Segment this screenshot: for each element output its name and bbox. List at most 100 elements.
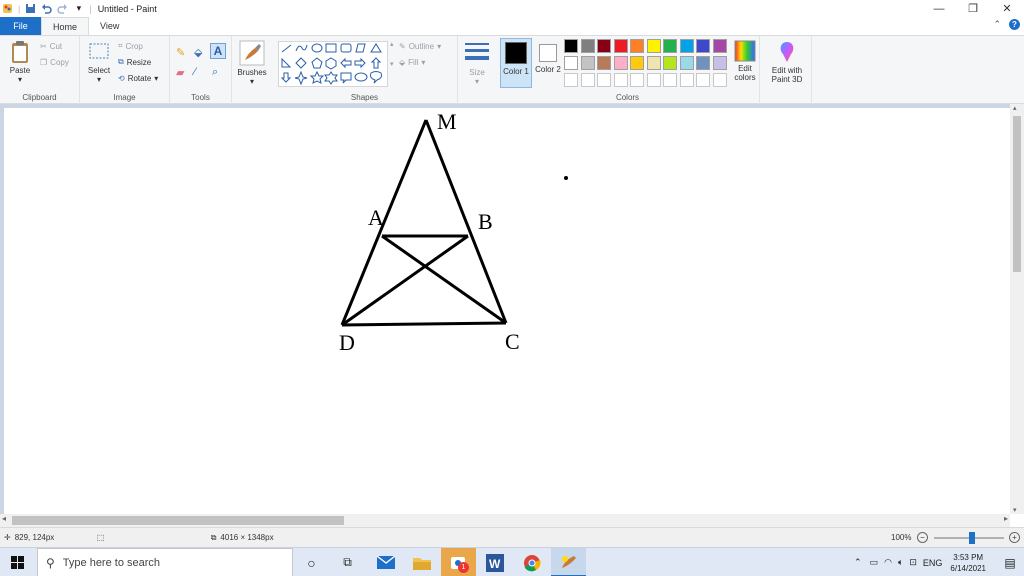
drawing-canvas[interactable]: M A B D C (4, 108, 1010, 514)
color2-button[interactable]: Color 2 (534, 38, 562, 88)
start-button[interactable] (0, 548, 35, 576)
collapse-ribbon-icon[interactable]: ⌃ (993, 19, 1001, 30)
vertical-scrollbar[interactable]: ▴ ▾ (1010, 104, 1024, 514)
palette-custom-slot[interactable] (679, 73, 694, 87)
paint-taskbar-icon[interactable] (551, 548, 586, 576)
color1-label: Color 1 (503, 67, 529, 76)
color-picker-icon[interactable]: ⁄ (194, 66, 196, 78)
palette-color-swatch[interactable] (613, 39, 628, 53)
window-controls: — ❐ ✕ (922, 0, 1024, 17)
palette-color-swatch[interactable] (613, 56, 628, 70)
pen-icon[interactable]: ⊡ (909, 557, 917, 568)
palette-custom-slot[interactable] (663, 73, 677, 87)
show-hidden-icons[interactable]: ⌃ (854, 557, 862, 568)
help-icon[interactable]: ? (1009, 19, 1020, 30)
palette-color-swatch[interactable] (597, 39, 611, 53)
magnifier-icon[interactable]: ⌕ (212, 66, 218, 79)
clock[interactable]: 3:53 PM 6/14/2021 (950, 552, 986, 574)
paste-button[interactable]: Paste ▾ (6, 40, 34, 84)
eraser-icon[interactable]: ▰ (176, 66, 184, 79)
mail-app-icon[interactable] (368, 548, 403, 576)
palette-color-swatch[interactable] (646, 56, 661, 70)
palette-color-swatch[interactable] (696, 39, 710, 53)
file-explorer-icon[interactable] (404, 548, 439, 576)
cut-button[interactable]: ✂ Cut (40, 42, 62, 51)
palette-color-swatch[interactable] (630, 39, 644, 53)
palette-color-swatch[interactable] (679, 56, 694, 70)
fill-bucket-icon[interactable]: ⬙ (194, 46, 202, 59)
battery-icon[interactable]: ▭ (870, 557, 879, 568)
palette-custom-slot[interactable] (712, 73, 727, 87)
palette-color-swatch[interactable] (663, 56, 677, 70)
chrome-app-icon[interactable] (514, 548, 549, 576)
palette-color-swatch[interactable] (597, 56, 611, 70)
palette-custom-slot[interactable] (564, 73, 578, 87)
palette-custom-slot[interactable] (597, 73, 611, 87)
action-center-icon[interactable]: ▤ (996, 556, 1024, 570)
redo-icon[interactable] (57, 3, 68, 14)
scroll-left-arrow-icon[interactable]: ◂ (2, 514, 6, 523)
zoom-in-button[interactable]: + (1009, 532, 1020, 543)
horizontal-scrollbar[interactable]: ◂ ▸ (0, 514, 1010, 527)
palette-custom-slot[interactable] (613, 73, 628, 87)
palette-custom-slot[interactable] (580, 73, 595, 87)
palette-color-swatch[interactable] (580, 39, 595, 53)
language-indicator[interactable]: ENG (923, 558, 943, 568)
scroll-right-arrow-icon[interactable]: ▸ (1004, 514, 1008, 523)
cortana-icon[interactable]: ○ (294, 548, 329, 576)
undo-icon[interactable] (41, 3, 53, 14)
palette-color-swatch[interactable] (630, 56, 644, 70)
select-button[interactable]: Select ▾ (85, 42, 113, 84)
wifi-icon[interactable]: ◠ (884, 557, 892, 568)
close-button[interactable]: ✕ (990, 0, 1024, 17)
pencil-icon[interactable]: ✎ (176, 46, 185, 59)
scroll-up-arrow-icon[interactable]: ▴ (1013, 104, 1017, 112)
edit-colors-button[interactable]: Edit colors (730, 40, 760, 82)
palette-custom-slot[interactable] (696, 73, 710, 87)
photos-app-icon[interactable]: 1 (441, 548, 476, 576)
shapes-scroll-down[interactable]: ▾ (390, 60, 394, 68)
palette-color-swatch[interactable] (564, 56, 578, 70)
edit-with-paint3d-button[interactable]: Edit with Paint 3D (764, 40, 810, 84)
volume-icon[interactable]: 🔈︎ (898, 557, 903, 568)
crop-button[interactable]: ⌗ Crop (118, 41, 143, 51)
palette-color-swatch[interactable] (679, 39, 694, 53)
brushes-button[interactable]: Brushes ▾ (234, 40, 270, 86)
palette-color-swatch[interactable] (580, 56, 595, 70)
save-icon[interactable] (25, 3, 36, 14)
palette-color-swatch[interactable] (696, 56, 710, 70)
palette-custom-slot[interactable] (630, 73, 644, 87)
rotate-button[interactable]: ⟲ Rotate ▾ (118, 74, 158, 83)
zoom-slider-thumb[interactable] (969, 532, 976, 544)
taskbar-search-box[interactable]: ⚲ Type here to search (37, 548, 293, 576)
word-app-icon[interactable]: W (477, 548, 512, 576)
palette-color-swatch[interactable] (663, 39, 677, 53)
task-view-icon[interactable]: ⧉ (330, 548, 365, 576)
vertical-scroll-thumb[interactable] (1013, 116, 1021, 272)
copy-button[interactable]: ❐ Copy (40, 58, 69, 67)
palette-color-swatch[interactable] (646, 39, 661, 53)
restore-button[interactable]: ❐ (956, 0, 990, 17)
palette-color-swatch[interactable] (712, 39, 727, 53)
text-tool-icon[interactable]: A (210, 43, 226, 59)
palette-custom-slot[interactable] (646, 73, 661, 87)
palette-color-swatch[interactable] (564, 39, 578, 53)
tab-view[interactable]: View (89, 17, 130, 35)
shapes-scroll-up[interactable]: ▴ (390, 40, 394, 48)
zoom-slider[interactable] (934, 532, 1004, 544)
resize-button[interactable]: ⧉ Resize (118, 57, 151, 67)
palette-color-swatch[interactable] (712, 56, 727, 70)
scroll-down-arrow-icon[interactable]: ▾ (1013, 506, 1017, 514)
outline-button[interactable]: ✎ Outline ▾ (399, 42, 441, 51)
customize-dropdown-icon[interactable]: ▾ (73, 3, 84, 14)
paint-app-icon[interactable] (2, 3, 13, 14)
tab-home[interactable]: Home (41, 17, 90, 35)
fill-button[interactable]: ⬙ Fill ▾ (399, 58, 425, 67)
zoom-out-button[interactable]: − (917, 532, 928, 543)
shapes-gallery[interactable] (278, 41, 388, 87)
minimize-button[interactable]: — (922, 0, 956, 17)
color1-button[interactable]: Color 1 (500, 38, 532, 88)
horizontal-scroll-thumb[interactable] (12, 516, 344, 525)
tab-file[interactable]: File (0, 17, 41, 35)
size-button[interactable]: Size ▾ (462, 42, 492, 86)
